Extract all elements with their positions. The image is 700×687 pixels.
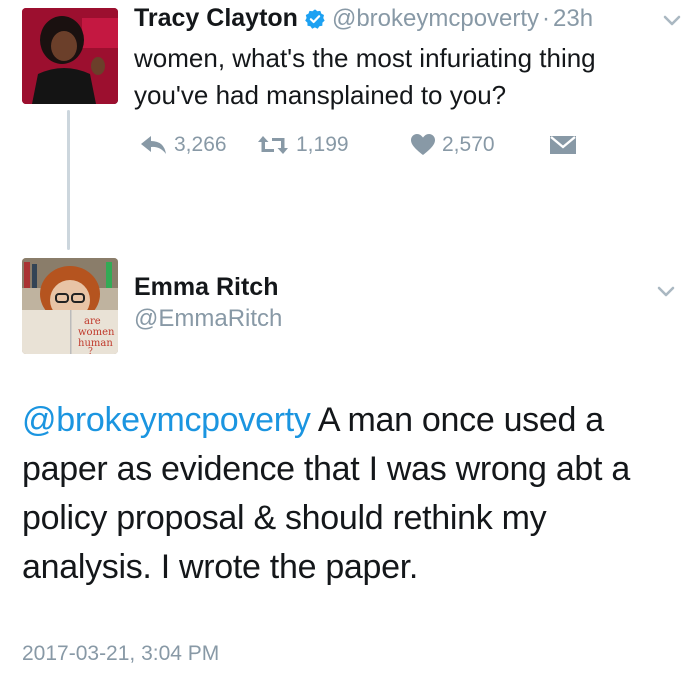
svg-text:human: human xyxy=(78,338,113,349)
tracy-clayton-avatar[interactable] xyxy=(22,8,118,104)
verified-badge-icon xyxy=(304,8,326,30)
chevron-down-icon[interactable] xyxy=(652,277,680,305)
reply-icon xyxy=(138,134,168,156)
tweet-actions: 3,266 1,199 2,570 xyxy=(138,130,578,160)
retweet-button[interactable]: 1,199 xyxy=(256,133,410,157)
emma-ritch-avatar[interactable]: are women human ? xyxy=(22,258,118,354)
reply-author-handle[interactable]: @EmmaRitch xyxy=(134,305,282,333)
tweet-age[interactable]: 23h xyxy=(553,5,593,33)
chevron-down-icon[interactable] xyxy=(658,6,686,34)
reply-author-name[interactable]: Emma Ritch xyxy=(134,273,278,302)
svg-text:?: ? xyxy=(88,347,93,354)
heart-icon xyxy=(410,133,436,157)
thread-connector-line xyxy=(67,110,70,250)
author-name[interactable]: Tracy Clayton xyxy=(134,4,298,33)
reply-count: 3,266 xyxy=(174,133,227,156)
svg-text:are: are xyxy=(84,316,101,327)
retweet-count: 1,199 xyxy=(296,133,349,156)
like-button[interactable]: 2,570 xyxy=(410,133,548,157)
like-count: 2,570 xyxy=(442,133,495,156)
direct-message-button[interactable] xyxy=(548,134,578,156)
tweet-text: women, what's the most infuriating thing… xyxy=(134,43,596,110)
author-handle[interactable]: @brokeymcpoverty xyxy=(332,5,539,33)
svg-text:women: women xyxy=(78,327,115,338)
tweet-header: Tracy Clayton @brokeymcpoverty · 23h xyxy=(134,4,593,33)
direct-message-icon xyxy=(548,134,578,156)
reply-text: @brokeymcpoverty A man once used a paper… xyxy=(22,396,682,592)
reply-button[interactable]: 3,266 xyxy=(138,133,256,157)
reply-timestamp[interactable]: 2017-03-21, 3:04 PM xyxy=(22,642,219,666)
separator-dot: · xyxy=(542,4,551,32)
avatar-photo: are women human ? xyxy=(22,258,118,354)
mention-link[interactable]: @brokeymcpoverty xyxy=(22,401,311,439)
avatar-photo xyxy=(22,8,118,104)
retweet-icon xyxy=(256,133,290,157)
